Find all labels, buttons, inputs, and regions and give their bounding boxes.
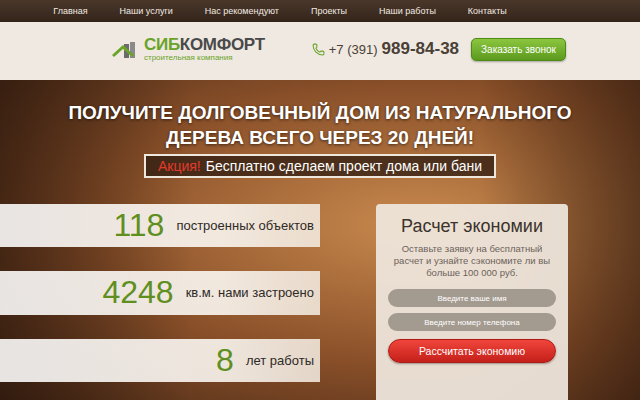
call-button[interactable]: Заказать звонок bbox=[471, 38, 566, 61]
header: СИБКОМФОРТстроительная компания +7 (391)9… bbox=[0, 22, 640, 80]
stat-label: кв.м. нами застроено bbox=[186, 285, 314, 300]
nav-item[interactable]: Наши услуги bbox=[120, 6, 173, 16]
nav-item[interactable]: Нас рекомендуют bbox=[205, 6, 279, 16]
contact: +7 (391)989-84-38 Заказать звонок bbox=[312, 38, 566, 61]
stat-row: 118 построенных объектов bbox=[0, 204, 320, 247]
stat-value: 118 bbox=[113, 207, 164, 244]
nav-item[interactable]: Контакты bbox=[468, 6, 507, 16]
form-field[interactable] bbox=[388, 313, 556, 331]
nav-item[interactable]: Наши работы bbox=[379, 6, 436, 16]
stat-label: построенных объектов bbox=[176, 218, 314, 233]
stat-row: 4248 кв.м. нами застроено bbox=[0, 271, 320, 314]
phone[interactable]: +7 (391)989-84-38 bbox=[312, 39, 459, 59]
page: Главная Наши услуги Нас рекомендуют Проекты… bbox=[0, 0, 640, 400]
stat-value: 4248 bbox=[102, 274, 173, 311]
nav-item[interactable]: Главная bbox=[53, 6, 87, 16]
form-title: Расчет экономии bbox=[401, 216, 543, 237]
promo: Акция!Бесплатно сделаем проект дома или … bbox=[144, 154, 496, 178]
top-nav: Главная Наши услуги Нас рекомендуют Проекты… bbox=[0, 0, 640, 22]
stat-row: 8 лет работы bbox=[0, 339, 320, 382]
stat-label: лет работы bbox=[246, 353, 314, 368]
form-field[interactable] bbox=[388, 289, 556, 307]
form-subtitle: Оставьте заявку на бесплатный расчет и у… bbox=[388, 243, 556, 279]
nav-item[interactable]: Проекты bbox=[311, 6, 347, 16]
savings-form: Расчет экономии Оставьте заявку на беспла… bbox=[376, 204, 568, 400]
phone-icon bbox=[312, 43, 325, 56]
logo[interactable]: СИБКОМФОРТстроительная компания bbox=[112, 36, 265, 62]
stats: 118 построенных объектов 4248 кв.м. нами за… bbox=[0, 204, 320, 400]
stat-value: 8 bbox=[216, 342, 234, 379]
logo-name: СИБКОМФОРТ bbox=[144, 36, 265, 53]
hero: ПОЛУЧИТЕ ДОЛГОВЕЧНЫЙ ДОМ ИЗ НАТУРАЛЬНОГО… bbox=[0, 80, 640, 400]
calculate-button[interactable]: Рассчитать экономию bbox=[388, 339, 556, 363]
hero-title: ПОЛУЧИТЕ ДОЛГОВЕЧНЫЙ ДОМ ИЗ НАТУРАЛЬНОГО… bbox=[35, 100, 605, 150]
logo-tagline: строительная компания bbox=[144, 53, 265, 62]
logo-house-icon bbox=[112, 40, 142, 62]
